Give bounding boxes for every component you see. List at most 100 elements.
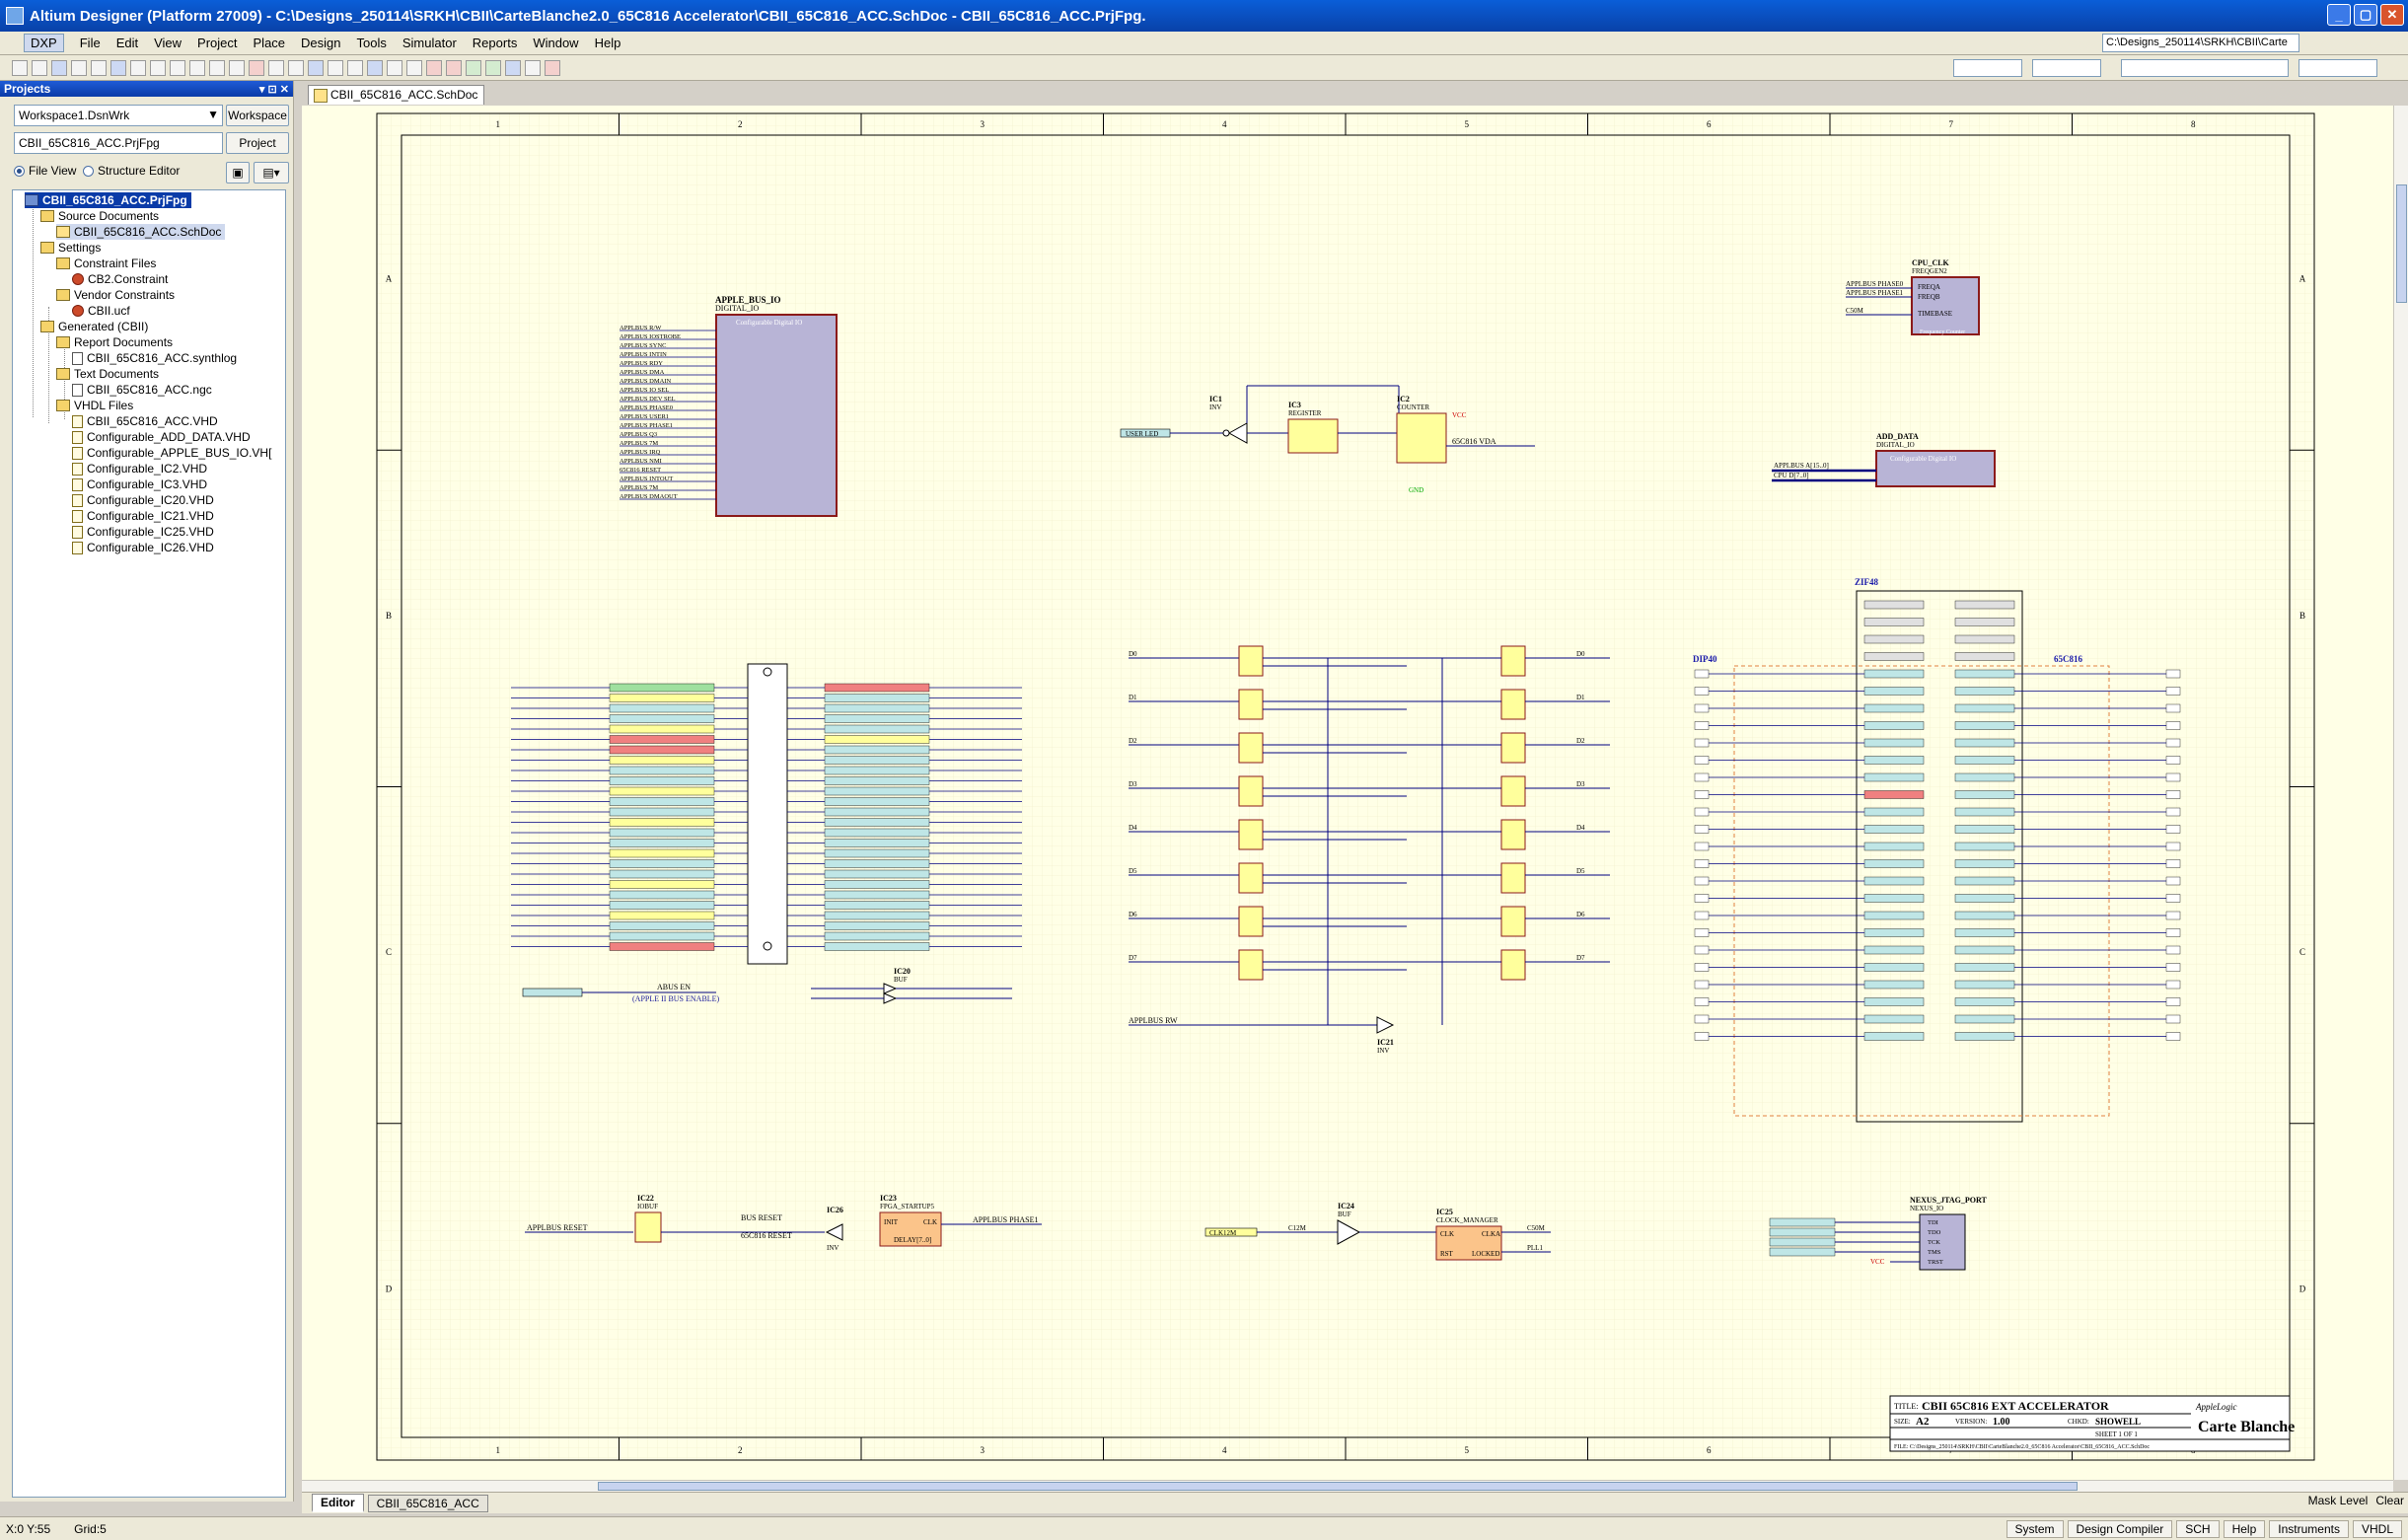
move-icon[interactable]	[209, 59, 225, 76]
menu-design[interactable]: Design	[293, 36, 348, 50]
cut-icon[interactable]	[229, 59, 245, 76]
tree-item[interactable]: Generated (CBII)	[40, 319, 148, 334]
tree-item[interactable]: Configurable_IC26.VHD	[72, 540, 214, 555]
document-path-field[interactable]: C:\Designs_250114\SRKH\CBII\Carte	[2102, 34, 2299, 52]
document-tab[interactable]: CBII_65C816_ACC.SchDoc	[308, 85, 485, 105]
menu-help[interactable]: Help	[587, 36, 629, 50]
file-view-radio[interactable]: File View	[14, 164, 76, 178]
tree-item[interactable]: CBII.ucf	[72, 303, 130, 319]
tree-item[interactable]: Source Documents	[40, 208, 159, 224]
tree-item[interactable]: VHDL Files	[56, 398, 133, 413]
mask-level-button[interactable]: Mask Level	[2308, 1494, 2369, 1507]
save-icon[interactable]	[51, 59, 67, 76]
data-net-label: D5	[1576, 867, 1585, 875]
tree-item[interactable]: Configurable_IC2.VHD	[72, 461, 207, 477]
net-label-icon[interactable]	[406, 59, 422, 76]
select-area-icon[interactable]	[189, 59, 205, 76]
menu-edit[interactable]: Edit	[109, 36, 146, 50]
minimize-icon[interactable]: _	[2327, 4, 2351, 26]
system-panel-button[interactable]: System	[2006, 1520, 2064, 1538]
menu-window[interactable]: Window	[525, 36, 586, 50]
sch-panel-button[interactable]: SCH	[2176, 1520, 2220, 1538]
close-icon[interactable]: ✕	[2380, 4, 2404, 26]
instruments-button[interactable]: Instruments	[2269, 1520, 2349, 1538]
print-preview-icon[interactable]	[91, 59, 107, 76]
tree-item[interactable]: Configurable_IC25.VHD	[72, 524, 214, 540]
tree-item[interactable]: CBII_65C816_ACC.SchDoc	[56, 224, 226, 240]
zif-pin-left	[1863, 997, 1925, 1006]
horizontal-scrollbar-thumb[interactable]	[598, 1482, 2078, 1491]
print-icon[interactable]	[71, 59, 87, 76]
menu-simulator[interactable]: Simulator	[395, 36, 465, 50]
hierarchy-icon[interactable]	[308, 59, 324, 76]
workspace-select[interactable]: Workspace1.DsnWrk ▼	[14, 105, 223, 126]
panel-pin-icon[interactable]: ▾ ⊡ ✕	[259, 82, 289, 98]
menu-place[interactable]: Place	[246, 36, 294, 50]
tree-item[interactable]: CB2.Constraint	[72, 271, 168, 287]
project-menu-icon[interactable]: ▤▾	[254, 162, 289, 183]
design-compiler-button[interactable]: Design Compiler	[2067, 1520, 2173, 1538]
tab-document[interactable]: CBII_65C816_ACC	[367, 1494, 488, 1512]
bus-entry-icon[interactable]	[387, 59, 402, 76]
project-options-icon[interactable]: ▣	[226, 162, 250, 183]
vertical-scrollbar[interactable]	[2393, 106, 2408, 1480]
chevron-down-icon[interactable]: ▼	[207, 108, 219, 121]
bus-icon[interactable]	[367, 59, 383, 76]
toolbar-combo-2[interactable]	[2032, 59, 2101, 77]
tree-item[interactable]: CBII_65C816_ACC.ngc	[72, 382, 212, 398]
help-panel-button[interactable]: Help	[2223, 1520, 2266, 1538]
vcc-port-icon[interactable]	[446, 59, 462, 76]
tree-item[interactable]: Vendor Constraints	[56, 287, 175, 303]
vertical-scrollbar-thumb[interactable]	[2396, 184, 2407, 303]
wire-icon[interactable]	[347, 59, 363, 76]
zoom-fit-icon[interactable]	[130, 59, 146, 76]
toolbar-combo-3[interactable]	[2121, 59, 2289, 77]
project-button[interactable]: Project	[226, 132, 289, 154]
port-icon[interactable]	[525, 59, 541, 76]
tree-item[interactable]: Settings	[40, 240, 101, 256]
redo-icon[interactable]	[288, 59, 304, 76]
zoom-area-icon[interactable]	[150, 59, 166, 76]
window-controls: _ ▢ ✕	[2327, 4, 2404, 26]
horizontal-scrollbar[interactable]	[302, 1480, 2393, 1492]
sheet-entry-icon[interactable]	[505, 59, 521, 76]
place-part-icon[interactable]	[466, 59, 481, 76]
zoom-selected-icon[interactable]	[170, 59, 185, 76]
cross-probe-icon[interactable]	[328, 59, 343, 76]
tree-item[interactable]: Report Documents	[56, 334, 173, 350]
workspace-button[interactable]: Workspace	[226, 105, 289, 126]
undo-icon[interactable]	[268, 59, 284, 76]
open-project-icon[interactable]	[110, 59, 126, 76]
tree-item[interactable]: CBII_65C816_ACC.VHD	[72, 413, 218, 429]
toolbar-combo-4[interactable]	[2299, 59, 2377, 77]
open-file-icon[interactable]	[32, 59, 47, 76]
schematic-canvas[interactable]: 1122334455667788AABBCCDD APPLE_BUS_IO DI…	[302, 106, 2393, 1480]
structure-editor-radio[interactable]: Structure Editor	[83, 164, 180, 178]
clear-selection-icon[interactable]	[249, 59, 264, 76]
menu-file[interactable]: File	[72, 36, 109, 50]
clear-button[interactable]: Clear	[2375, 1494, 2404, 1507]
vhdl-button[interactable]: VHDL	[2352, 1520, 2402, 1538]
menu-tools[interactable]: Tools	[349, 36, 395, 50]
no-erc-icon[interactable]	[545, 59, 560, 76]
project-field[interactable]: CBII_65C816_ACC.PrjFpg	[14, 132, 223, 154]
tree-item[interactable]: Configurable_APPLE_BUS_IO.VH[	[72, 445, 271, 461]
tree-item[interactable]: CBII_65C816_ACC.synthlog	[72, 350, 237, 366]
new-file-icon[interactable]	[12, 59, 28, 76]
tree-item[interactable]: Constraint Files	[56, 256, 156, 271]
tree-item[interactable]: Text Documents	[56, 366, 159, 382]
tab-editor[interactable]: Editor	[312, 1494, 364, 1512]
gnd-port-icon[interactable]	[426, 59, 442, 76]
tree-item[interactable]: Configurable_IC3.VHD	[72, 477, 207, 492]
menu-project[interactable]: Project	[189, 36, 245, 50]
toolbar-combo-1[interactable]	[1953, 59, 2022, 77]
dxp-menu[interactable]: DXP	[24, 34, 64, 52]
menu-view[interactable]: View	[146, 36, 189, 50]
sheet-symbol-icon[interactable]	[485, 59, 501, 76]
tree-item[interactable]: Configurable_IC20.VHD	[72, 492, 214, 508]
maximize-icon[interactable]: ▢	[2354, 4, 2377, 26]
menu-reports[interactable]: Reports	[465, 36, 526, 50]
tree-item[interactable]: Configurable_IC21.VHD	[72, 508, 214, 524]
tree-item[interactable]: CBII_65C816_ACC.PrjFpg	[25, 192, 191, 208]
tree-item[interactable]: Configurable_ADD_DATA.VHD	[72, 429, 251, 445]
